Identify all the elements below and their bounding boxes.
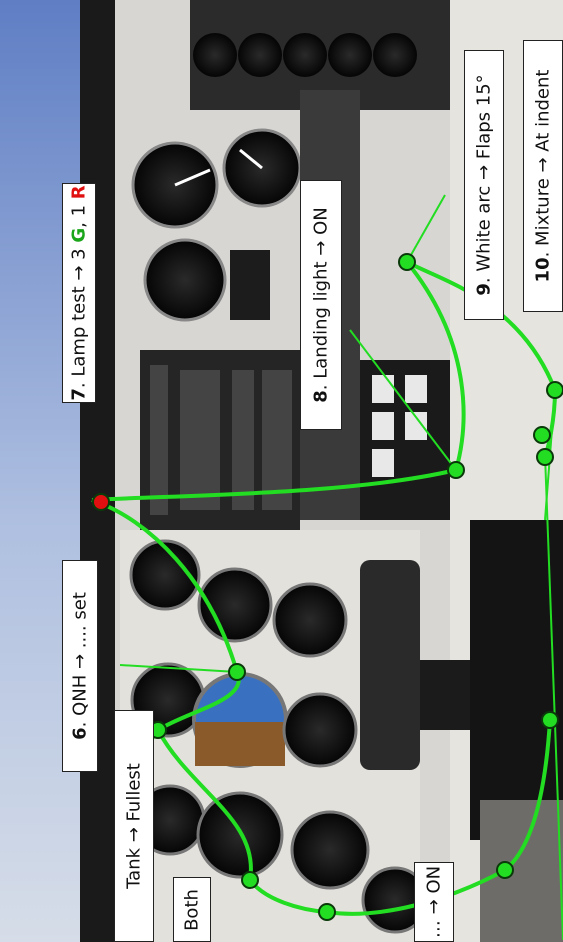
lower-console [480,800,563,942]
lamp-test-separator: , 1 [68,199,90,228]
engine-gauges [193,33,417,77]
tank-text: Tank → Fullest [123,763,145,889]
lamp-test-text: . Lamp test → 3 [68,242,90,389]
label-landing-light: 8. Landing light → ON [300,180,342,430]
label-qnh: 6. QNH → .... set [62,560,98,772]
landing-number: 8 [310,390,332,403]
label-both: Both [173,877,211,942]
cockpit-checklist-image: 7. Lamp test → 3 G, 1 R 6. QNH → .... se… [0,0,563,942]
mixture-number: 10 [532,257,554,283]
label-on: … → ON [414,862,454,942]
windshield-sky [0,0,90,942]
label-lamp-test: 7. Lamp test → 3 G, 1 R [62,183,96,403]
yoke-shaft [360,560,420,770]
both-text: Both [181,888,203,931]
lamp-test-red: R [68,185,90,200]
on-text: … → ON [423,865,445,939]
label-white-arc: 9. White arc → Flaps 15° [464,50,504,320]
label-mixture: 10. Mixture → At indent [523,40,563,312]
white-arc-number: 9 [473,283,495,296]
lamp-test-green: G [68,227,90,243]
white-arc-text: . White arc → Flaps 15° [473,74,495,284]
label-tank: Tank → Fullest [114,710,154,942]
mixture-text: . Mixture → At indent [532,69,554,258]
qnh-text: . QNH → .... set [69,592,91,728]
lamp-test-number: 7 [68,388,90,401]
landing-text: . Landing light → ON [310,207,332,391]
qnh-number: 6 [69,727,91,740]
